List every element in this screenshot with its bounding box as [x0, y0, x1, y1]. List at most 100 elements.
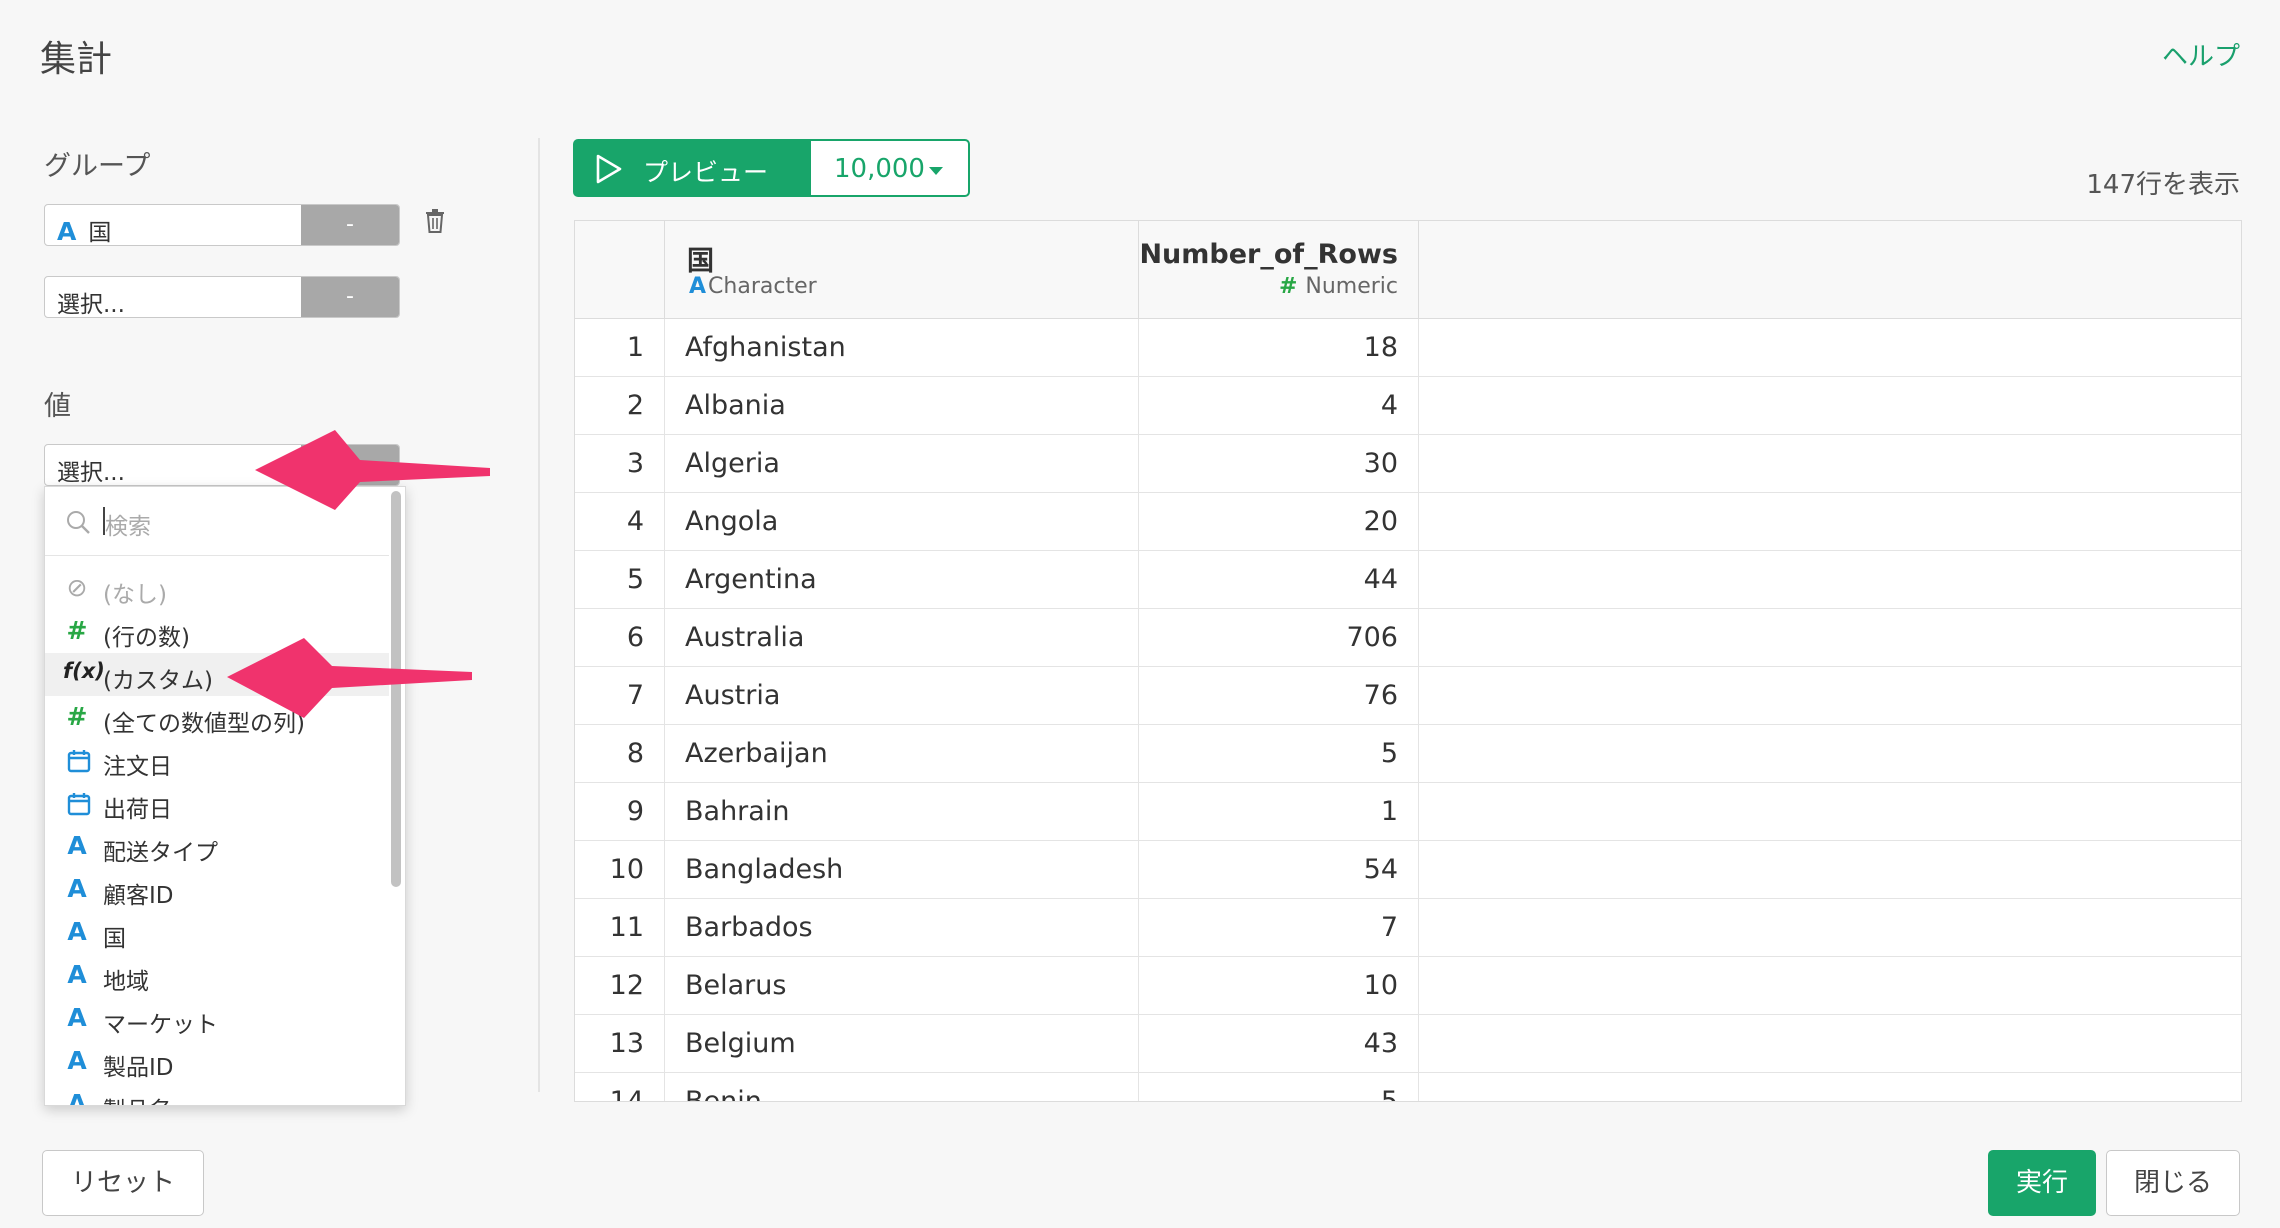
- group-field-1-remove-button[interactable]: -: [301, 205, 399, 245]
- annotation-arrow-2: [227, 638, 472, 718]
- dropdown-item-label: 注文日: [103, 754, 172, 780]
- table-row: 1 Afghanistan 18: [575, 319, 2241, 377]
- alpha-icon: A: [67, 874, 87, 903]
- column-type: Numeric: [1305, 274, 1398, 299]
- group-field-1-value: 国: [88, 220, 112, 246]
- preview-button[interactable]: プレビュー: [573, 139, 809, 197]
- table-row: 13 Belgium 43: [575, 1015, 2241, 1073]
- search-placeholder: 検索: [105, 514, 151, 540]
- preview-rows-dropdown[interactable]: 10,000: [809, 139, 970, 197]
- alpha-icon: A: [67, 1089, 87, 1106]
- table-row: 6 Australia 706: [575, 609, 2241, 667]
- group-field-2[interactable]: 選択... -: [44, 276, 400, 318]
- table-row: 14 Benin 5: [575, 1073, 2241, 1101]
- table-row: 12 Belarus 10: [575, 957, 2241, 1015]
- table-row: 2 Albania 4: [575, 377, 2241, 435]
- country-cell: Bangladesh: [665, 841, 1139, 899]
- trash-icon[interactable]: [424, 208, 446, 234]
- table-row: 5 Argentina 44: [575, 551, 2241, 609]
- table-row: 11 Barbados 7: [575, 899, 2241, 957]
- table-row: 10 Bangladesh 54: [575, 841, 2241, 899]
- number-of-rows-cell: 1: [1139, 783, 1419, 841]
- dropdown-item-label: マーケット: [103, 1012, 218, 1038]
- number-of-rows-cell: 5: [1139, 1073, 1419, 1101]
- alpha-icon: A: [67, 1003, 87, 1032]
- number-of-rows-cell: 76: [1139, 667, 1419, 725]
- table-row: 3 Algeria 30: [575, 435, 2241, 493]
- dropdown-item-label: 製品ID: [103, 1055, 174, 1081]
- number-of-rows-cell: 4: [1139, 377, 1419, 435]
- country-cell: Barbados: [665, 899, 1139, 957]
- column-type: Character: [708, 274, 817, 299]
- dropdown-item-none[interactable]: ⊘ (なし): [45, 567, 389, 610]
- row-index-cell: 9: [575, 783, 665, 841]
- hash-icon: #: [66, 702, 88, 731]
- number-of-rows-cell: 5: [1139, 725, 1419, 783]
- column-name: 国: [687, 246, 714, 277]
- row-index-cell: 8: [575, 725, 665, 783]
- table-row: 9 Bahrain 1: [575, 783, 2241, 841]
- group-field-1[interactable]: A国 -: [44, 204, 400, 246]
- dropdown-item-label: 配送タイプ: [103, 840, 218, 866]
- group-field-2-remove-button[interactable]: -: [301, 277, 399, 317]
- row-index-cell: 14: [575, 1073, 665, 1101]
- panel-divider: [538, 138, 540, 1092]
- reset-button[interactable]: リセット: [42, 1150, 204, 1216]
- row-index-cell: 11: [575, 899, 665, 957]
- dropdown-item-label: (行の数): [103, 625, 190, 651]
- group-section-label: グループ: [44, 151, 151, 182]
- dropdown-item-label: 国: [103, 926, 126, 952]
- calendar-icon: [67, 750, 91, 773]
- alpha-icon: A: [67, 960, 87, 989]
- play-icon: [596, 154, 622, 184]
- row-index-cell: 6: [575, 609, 665, 667]
- dialog-title: 集計: [40, 39, 113, 80]
- row-index-cell: 1: [575, 319, 665, 377]
- column-header-country[interactable]: 国 ACharacter: [665, 221, 1139, 319]
- column-header-number-of-rows[interactable]: Number_of_Rows # Numeric: [1139, 221, 1419, 319]
- close-button[interactable]: 閉じる: [2106, 1150, 2240, 1216]
- table-row: 4 Angola 20: [575, 493, 2241, 551]
- number-of-rows-cell: 54: [1139, 841, 1419, 899]
- annotation-arrow-1: [255, 430, 490, 510]
- alpha-icon: A: [57, 217, 77, 246]
- dropdown-item-label: (カスタム): [103, 668, 213, 694]
- hash-icon: #: [66, 616, 88, 645]
- run-button[interactable]: 実行: [1988, 1150, 2096, 1216]
- help-link[interactable]: ヘルプ: [2162, 36, 2240, 73]
- country-cell: Bahrain: [665, 783, 1139, 841]
- alpha-icon: A: [67, 831, 87, 860]
- dropdown-item-country[interactable]: A 国: [45, 911, 389, 954]
- dropdown-item-ship-date[interactable]: 出荷日: [45, 782, 389, 825]
- dropdown-item-shipping-type[interactable]: A 配送タイプ: [45, 825, 389, 868]
- country-cell: Benin: [665, 1073, 1139, 1101]
- row-index-cell: 12: [575, 957, 665, 1015]
- dropdown-item-label: 製品名: [103, 1091, 172, 1105]
- country-cell: Albania: [665, 377, 1139, 435]
- country-cell: Angola: [665, 493, 1139, 551]
- country-cell: Australia: [665, 609, 1139, 667]
- dropdown-item-order-date[interactable]: 注文日: [45, 739, 389, 782]
- calendar-icon: [67, 793, 91, 816]
- group-field-2-value: 選択...: [57, 292, 125, 318]
- country-cell: Afghanistan: [665, 319, 1139, 377]
- alpha-icon: A: [689, 274, 707, 299]
- table-row: 8 Azerbaijan 5: [575, 725, 2241, 783]
- values-select-value: 選択...: [57, 460, 125, 486]
- number-of-rows-cell: 20: [1139, 493, 1419, 551]
- table-row: 7 Austria 76: [575, 667, 2241, 725]
- function-icon: f(x): [63, 659, 105, 683]
- dropdown-item-market[interactable]: A マーケット: [45, 997, 389, 1040]
- dropdown-item-region[interactable]: A 地域: [45, 954, 389, 997]
- values-dropdown: 検索 ⊘ (なし) # (行の数) f(x) (カスタム) # (全ての数値型の…: [44, 486, 406, 1106]
- header-index-cell: [575, 221, 665, 319]
- dropdown-item-label: 出荷日: [103, 797, 172, 823]
- row-index-cell: 10: [575, 841, 665, 899]
- dropdown-item-product-id[interactable]: A 製品ID: [45, 1040, 389, 1083]
- search-icon: [67, 511, 90, 534]
- dropdown-item-customer-id[interactable]: A 顧客ID: [45, 868, 389, 911]
- values-section-label: 値: [44, 391, 71, 422]
- dropdown-item-product-name[interactable]: A 製品名: [45, 1083, 389, 1106]
- dropdown-item-label: 地域: [103, 969, 149, 995]
- hash-icon: #: [1278, 274, 1298, 299]
